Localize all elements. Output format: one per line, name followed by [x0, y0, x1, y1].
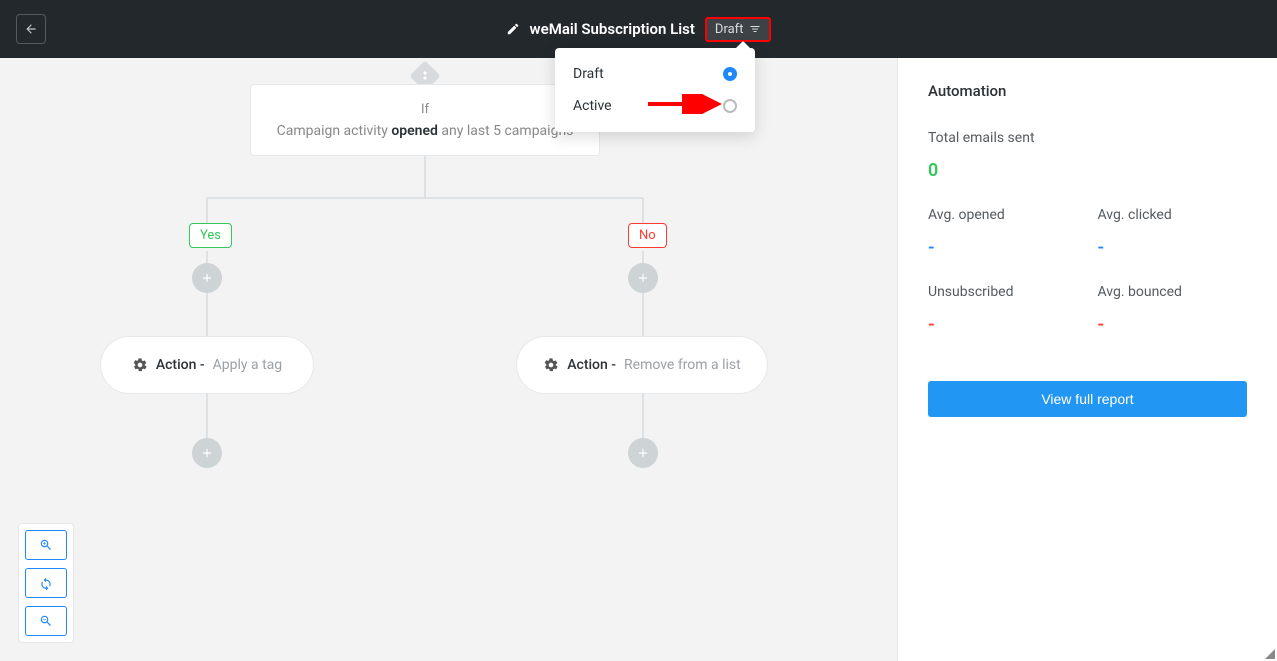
action-card-no[interactable]: Action - Remove from a list [516, 336, 768, 394]
plus-icon [200, 446, 214, 460]
zoom-in-button[interactable] [25, 530, 67, 560]
plus-icon [200, 271, 214, 285]
gear-icon [543, 357, 559, 373]
option-label: Draft [573, 66, 604, 82]
branch-icon [419, 70, 431, 82]
sidebar-automation: Automation Total emails sent 0 Avg. open… [897, 58, 1277, 661]
add-step-yes-2[interactable] [192, 438, 222, 468]
add-step-yes-1[interactable] [192, 263, 222, 293]
avg-opened-value: - [928, 237, 1078, 258]
branch-no-label: No [628, 223, 667, 248]
action-card-yes[interactable]: Action - Apply a tag [100, 336, 314, 394]
resize-handle[interactable] [1265, 649, 1275, 659]
total-emails-label: Total emails sent [928, 130, 1247, 146]
radio-selected-icon [723, 67, 737, 81]
plus-icon [636, 446, 650, 460]
condition-text: Campaign activity opened any last 5 camp… [277, 123, 574, 139]
sidebar-title: Automation [928, 82, 1247, 100]
zoom-controls [18, 523, 74, 643]
avg-bounced-value: - [1098, 314, 1248, 335]
avg-bounced-label: Avg. bounced [1098, 284, 1248, 300]
unsubscribed-value: - [928, 314, 1078, 335]
action-label: Action - [567, 357, 616, 373]
plus-icon [636, 271, 650, 285]
zoom-reset-button[interactable] [25, 568, 67, 598]
automation-canvas[interactable]: If Campaign activity opened any last 5 c… [0, 58, 897, 661]
annotation-arrow [648, 94, 728, 114]
action-sub: Apply a tag [213, 357, 283, 373]
option-label: Active [573, 98, 612, 114]
view-full-report-button[interactable]: View full report [928, 381, 1247, 417]
avg-clicked-label: Avg. clicked [1098, 207, 1248, 223]
refresh-icon [39, 576, 53, 590]
zoom-out-button[interactable] [25, 606, 67, 636]
status-dropdown: Draft Active [555, 48, 755, 132]
back-button[interactable] [16, 14, 46, 44]
condition-card[interactable]: If Campaign activity opened any last 5 c… [250, 84, 600, 156]
branch-yes-label: Yes [189, 223, 232, 248]
if-label: If [421, 102, 429, 117]
status-dropdown-trigger[interactable]: Draft [705, 17, 772, 42]
zoom-in-icon [39, 538, 53, 552]
pencil-icon[interactable] [506, 22, 520, 36]
avg-clicked-value: - [1098, 237, 1248, 258]
add-step-no-1[interactable] [628, 263, 658, 293]
total-emails-value: 0 [928, 160, 1247, 181]
unsubscribed-label: Unsubscribed [928, 284, 1078, 300]
avg-opened-label: Avg. opened [928, 207, 1078, 223]
gear-icon [132, 357, 148, 373]
add-step-no-2[interactable] [628, 438, 658, 468]
status-option-draft[interactable]: Draft [555, 58, 755, 90]
arrow-left-icon [24, 22, 38, 36]
action-label: Action - [156, 357, 205, 373]
title-group: weMail Subscription List Draft [506, 17, 772, 42]
status-label: Draft [715, 22, 744, 37]
automation-title[interactable]: weMail Subscription List [530, 20, 695, 38]
zoom-out-icon [39, 614, 53, 628]
filter-icon [749, 23, 761, 35]
action-sub: Remove from a list [624, 357, 741, 373]
